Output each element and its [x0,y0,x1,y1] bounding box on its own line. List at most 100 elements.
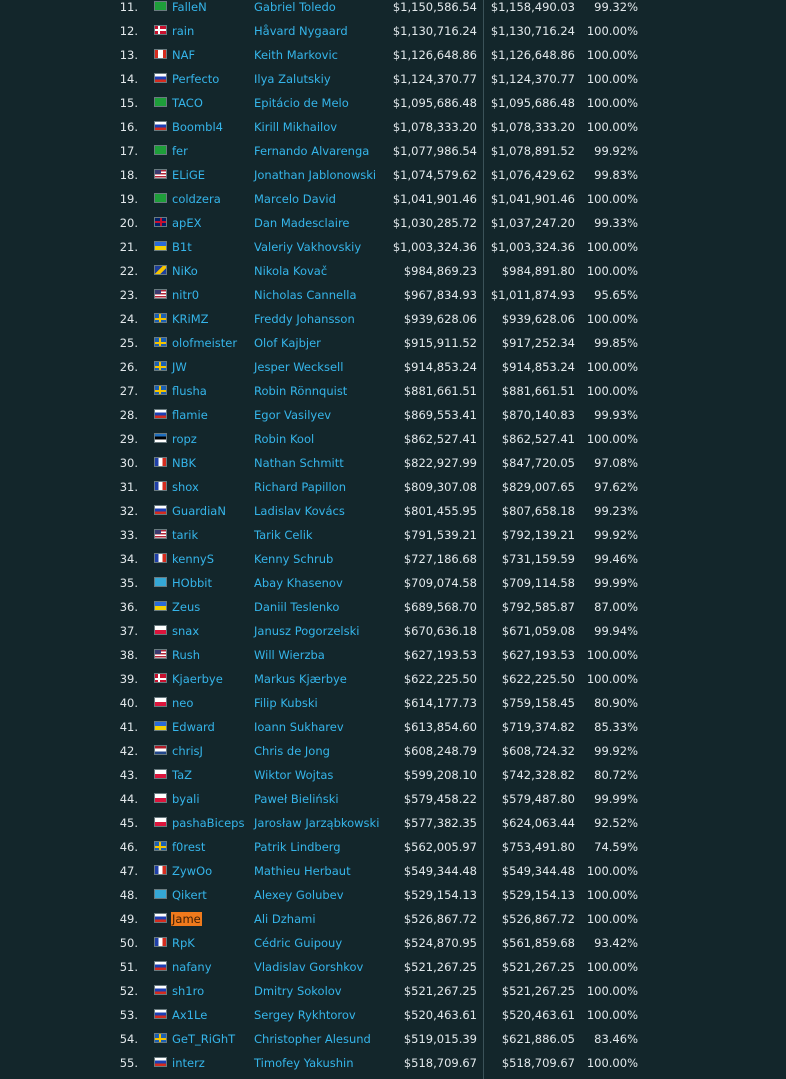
player-name-link[interactable]: Abay Khasenov [254,571,343,595]
player-name-link[interactable]: Mathieu Herbaut [254,859,351,883]
player-name-link[interactable]: Jarosław Jarząbkowski [254,811,379,835]
player-nick-link[interactable]: NAF [172,43,195,67]
rank-cell: 24. [119,312,138,326]
player-name-link[interactable]: Ilya Zalutskiy [254,67,331,91]
player-nick-link[interactable]: JW [172,355,187,379]
player-name-link[interactable]: Janusz Pogorzelski [254,619,359,643]
player-name-link[interactable]: Kirill Mikhailov [254,115,337,139]
player-name-link[interactable]: Dmitry Sokolov [254,979,342,1003]
player-nick-link[interactable]: Perfecto [172,67,219,91]
player-nick-link[interactable]: kennyS [172,547,214,571]
earnings-cell: $599,208.10 [403,768,477,782]
player-name-link[interactable]: Epitácio de Melo [254,91,349,115]
player-name-link[interactable]: Ali Dzhami [254,907,316,931]
player-nick-link[interactable]: RpK [172,931,195,955]
player-name-link[interactable]: Timofey Yakushin [254,1051,354,1075]
player-nick-link[interactable]: KRiMZ [172,307,209,331]
player-name-link[interactable]: Cédric Guipouy [254,931,342,955]
player-nick-link[interactable]: ZywOo [172,859,212,883]
player-nick-link[interactable]: NiKo [172,259,198,283]
player-name-link[interactable]: Filip Kubski [254,691,318,715]
player-nick-link[interactable]: Boombl4 [172,115,223,139]
player-nick-link[interactable]: apEX [172,211,202,235]
player-nick-link[interactable]: f0rest [172,835,205,859]
player-name-link[interactable]: Robin Kool [254,427,314,451]
player-nick-link[interactable]: Rush [172,643,200,667]
player-name-link[interactable]: Robin Rönnquist [254,379,347,403]
player-nick-link[interactable]: flamie [172,403,208,427]
player-nick-link[interactable]: Jame [171,912,202,926]
player-nick-link[interactable]: sh1ro [172,979,204,1003]
player-name-link[interactable]: Nicholas Cannella [254,283,357,307]
player-name-link[interactable]: Nathan Schmitt [254,451,344,475]
player-nick-link[interactable]: coldzera [172,187,221,211]
player-nick-link[interactable]: interz [172,1051,205,1075]
player-name-link[interactable]: Jonathan Jablonowski [254,163,376,187]
player-nick-link[interactable]: ELiGE [172,163,205,187]
player-name-link[interactable]: Jesper Wecksell [254,355,343,379]
earnings-cell: $809,307.08 [403,480,477,494]
player-nick-link[interactable]: snax [172,619,199,643]
player-name-link[interactable]: Dan Madesclaire [254,211,350,235]
player-name-link[interactable]: Christopher Alesund [254,1027,371,1051]
player-name-link[interactable]: Ladislav Kovács [254,499,345,523]
earnings-cell: $881,661.51 [403,384,477,398]
player-name-link[interactable]: Håvard Nygaard [254,19,348,43]
player-name-link[interactable]: Keith Markovic [254,43,338,67]
player-nick-link[interactable]: chrisJ [172,739,203,763]
player-name-link[interactable]: Gabriel Toledo [254,0,336,19]
player-nick-link[interactable]: tarik [172,523,198,547]
player-name-link[interactable]: Sergey Rykhtorov [254,1003,356,1027]
player-name-link[interactable]: Olof Kajbjer [254,331,321,355]
player-nick-link[interactable]: pashaBiceps [172,811,244,835]
player-nick-link[interactable]: GuardiaN [172,499,226,523]
player-name-link[interactable]: Valeriy Vakhovskiy [254,235,361,259]
player-nick-link[interactable]: fer [172,139,188,163]
earnings-cell: $579,458.22 [403,792,477,806]
player-name-link[interactable]: Markus Kjærbye [254,667,347,691]
player-name-link[interactable]: Egor Vasilyev [254,403,331,427]
player-nick-link[interactable]: olofmeister [172,331,237,355]
share-cell: 80.72% [594,768,638,782]
player-name-link[interactable]: Ioann Sukharev [254,715,344,739]
table-row: 55. interz Timofey Yakushin $518,709.67 $518… [0,1051,786,1075]
player-name-link[interactable]: Nikola Kovač [254,259,327,283]
player-nick-link[interactable]: Ax1Le [172,1003,207,1027]
player-nick-link[interactable]: FalleN [172,0,207,19]
player-name-link[interactable]: Alexey Golubev [254,883,344,907]
player-nick-link[interactable]: Kjaerbye [172,667,223,691]
player-nick-link[interactable]: ropz [172,427,197,451]
player-nick-link[interactable]: NBK [172,451,196,475]
player-nick-link[interactable]: Qikert [172,883,207,907]
player-nick-link[interactable]: TACO [172,91,203,115]
player-nick-link[interactable]: Zeus [172,595,200,619]
player-name-link[interactable]: Vladislav Gorshkov [254,955,363,979]
player-nick-link[interactable]: TaZ [172,763,192,787]
player-nick-link[interactable]: shox [172,475,199,499]
player-nick-link[interactable]: HObbit [172,571,212,595]
player-name-link[interactable]: Fernando Alvarenga [254,139,369,163]
ca-flag-icon [154,49,167,59]
player-nick-link[interactable]: GeT_RiGhT [172,1027,235,1051]
share-cell: 100.00% [586,120,638,134]
earnings-cell: $869,553.41 [403,408,477,422]
player-nick-link[interactable]: nitr0 [172,283,199,307]
player-name-link[interactable]: Freddy Johansson [254,307,355,331]
player-nick-link[interactable]: rain [172,19,194,43]
player-nick-link[interactable]: Edward [172,715,215,739]
player-nick-link[interactable]: flusha [172,379,207,403]
player-nick-link[interactable]: neo [172,691,193,715]
player-nick-link[interactable]: byali [172,787,200,811]
player-name-link[interactable]: Tarik Celik [254,523,313,547]
player-name-link[interactable]: Paweł Bieliński [254,787,339,811]
player-name-link[interactable]: Will Wierzba [254,643,325,667]
player-name-link[interactable]: Richard Papillon [254,475,346,499]
player-name-link[interactable]: Kenny Schrub [254,547,333,571]
player-name-link[interactable]: Daniil Teslenko [254,595,339,619]
player-name-link[interactable]: Marcelo David [254,187,336,211]
player-name-link[interactable]: Wiktor Wojtas [254,763,333,787]
player-name-link[interactable]: Patrik Lindberg [254,835,341,859]
player-nick-link[interactable]: B1t [172,235,192,259]
player-name-link[interactable]: Chris de Jong [254,739,330,763]
player-nick-link[interactable]: nafany [172,955,212,979]
